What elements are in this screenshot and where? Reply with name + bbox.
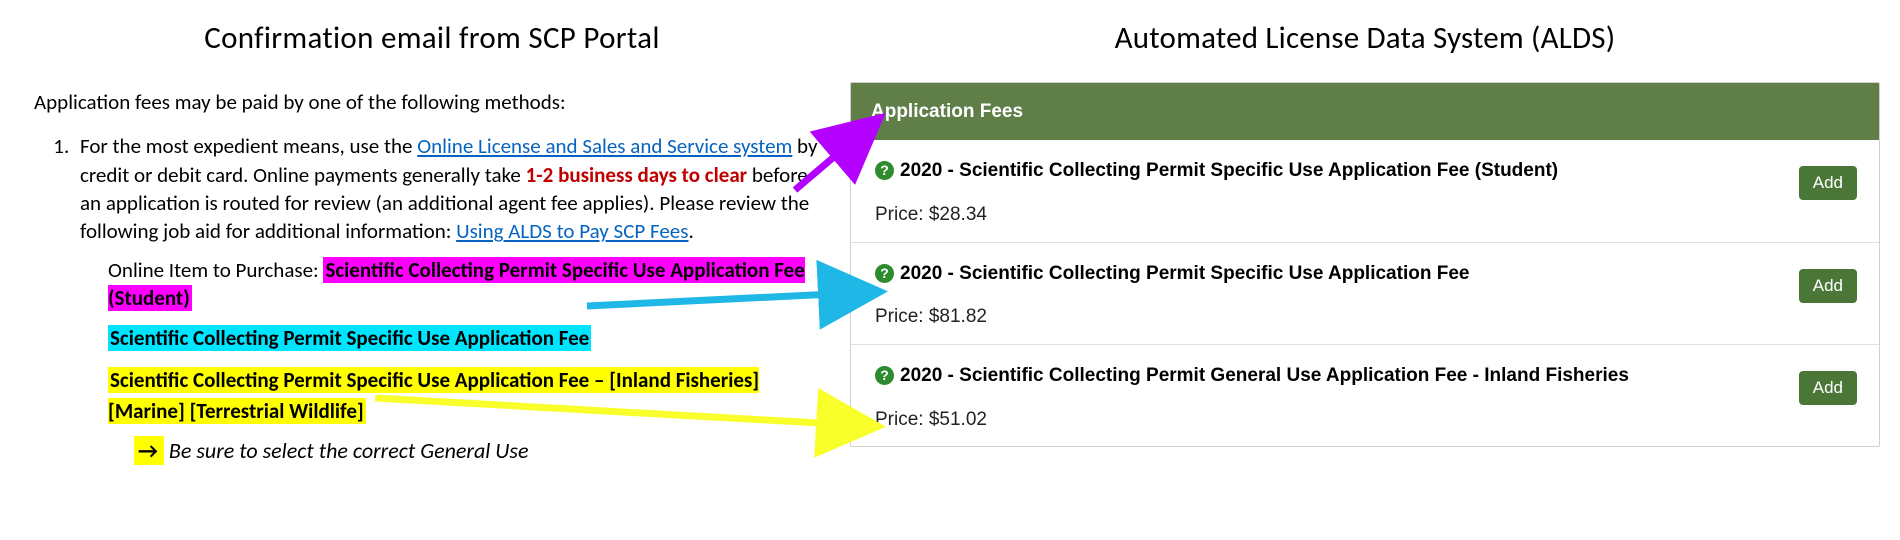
note-text: Be sure to select the correct General Us… [164,437,529,464]
email-column: Confirmation email from SCP Portal Appli… [0,0,850,540]
period: . [688,218,693,244]
purchase-line: Online Item to Purchase: Scientific Coll… [108,256,830,313]
fees-panel-header: Application Fees [851,83,1879,141]
fee-text: ? 2020 - Scientific Collecting Permit Gen… [875,363,1799,432]
item-lead: For the most expedient means, use the [80,133,417,159]
fee-text: ? 2020 - Scientific Collecting Permit Spe… [875,158,1799,227]
link-alds-guide[interactable]: Using ALDS to Pay SCP Fees [456,218,688,244]
fee-name: ? 2020 - Scientific Collecting Permit Spe… [875,261,1799,287]
email-title: Confirmation email from SCP Portal [34,18,830,60]
highlight-specific-fee-wrap: Scientific Collecting Permit Specific Us… [108,324,830,352]
fee-row: ? 2020 - Scientific Collecting Permit Spe… [851,140,1879,242]
arrow-icon: → [134,436,164,466]
fee-text: ? 2020 - Scientific Collecting Permit Spe… [875,261,1799,330]
fee-row: ? 2020 - Scientific Collecting Permit Spe… [851,243,1879,345]
fee-name-text: 2020 - Scientific Collecting Permit Spec… [900,263,1469,284]
fee-name: ? 2020 - Scientific Collecting Permit Gen… [875,363,1799,389]
add-button[interactable]: Add [1799,371,1857,405]
method-item-1: For the most expedient means, use the On… [74,132,830,245]
highlight-general-fee-wrap: Scientific Collecting Permit Specific Us… [108,365,830,428]
fee-name-text: 2020 - Scientific Collecting Permit Gene… [900,365,1629,386]
purchase-label: Online Item to Purchase: [108,257,323,283]
fee-price: Price: $81.82 [875,304,1799,330]
fee-price: Price: $28.34 [875,202,1799,228]
intro-text: Application fees may be paid by one of t… [34,88,830,116]
method-list: For the most expedient means, use the On… [74,132,830,245]
fees-panel: Application Fees ? 2020 - Scientific Coll… [850,82,1880,447]
help-icon[interactable]: ? [875,264,894,283]
add-button[interactable]: Add [1799,269,1857,303]
highlight-specific-fee: Scientific Collecting Permit Specific Us… [108,325,591,351]
help-icon[interactable]: ? [875,161,894,180]
fee-name: ? 2020 - Scientific Collecting Permit Spe… [875,158,1799,184]
link-online-system[interactable]: Online License and Sales and Service sys… [417,133,792,159]
highlight-general-fee: Scientific Collecting Permit Specific Us… [108,367,759,425]
fee-price: Price: $51.02 [875,407,1799,433]
help-icon[interactable]: ? [875,366,894,385]
clear-days: 1-2 business days to clear [526,162,748,188]
add-button[interactable]: Add [1799,166,1857,200]
fee-name-text: 2020 - Scientific Collecting Permit Spec… [900,160,1558,181]
alds-title: Automated License Data System (ALDS) [850,18,1880,60]
alds-column: Automated License Data System (ALDS) App… [850,0,1900,540]
note-general-use: → Be sure to select the correct General … [134,436,830,466]
fee-row: ? 2020 - Scientific Collecting Permit Gen… [851,345,1879,446]
